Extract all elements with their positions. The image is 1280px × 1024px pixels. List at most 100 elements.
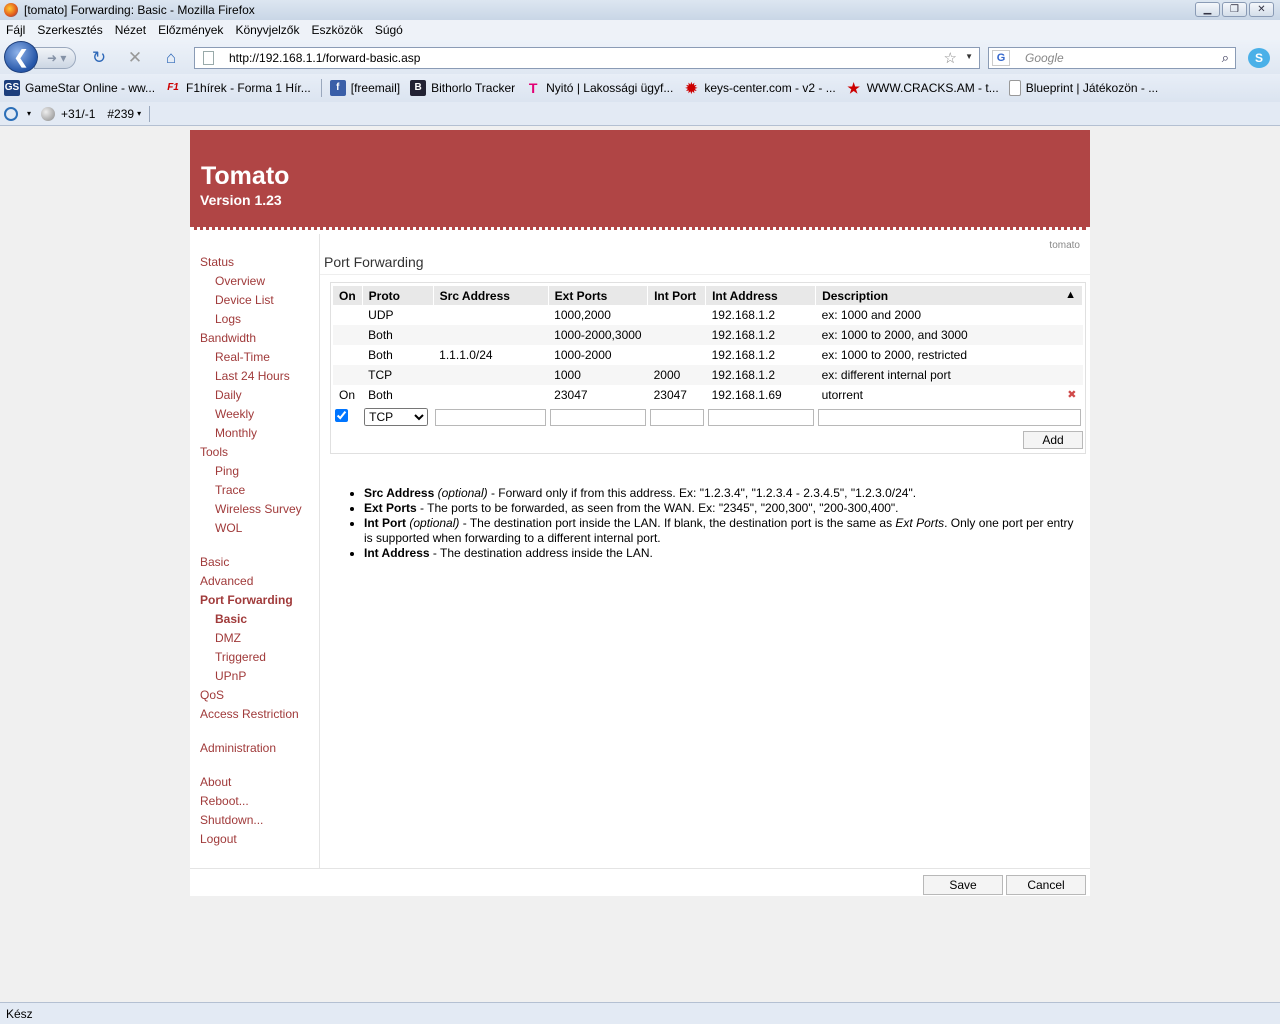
col-header-int-address[interactable]: Int Address [705, 286, 817, 305]
menu-file[interactable]: Fájl [6, 23, 25, 37]
table-row[interactable]: UDP 1000,2000 192.168.1.2 ex: 1000 and 2… [333, 305, 1083, 325]
nav-port-forwarding[interactable]: Port Forwarding [200, 593, 293, 607]
menu-view[interactable]: Nézet [115, 23, 146, 37]
table-row[interactable]: On Both 23047 23047 192.168.1.69 utorren… [333, 385, 1083, 405]
new-int-port-input[interactable] [649, 408, 704, 426]
addon-icon[interactable] [4, 106, 18, 121]
nav-advanced[interactable]: Advanced [200, 574, 253, 588]
col-header-int-port[interactable]: Int Port [647, 286, 707, 305]
url-dropdown-icon[interactable]: ▼ [965, 52, 973, 61]
delete-row-icon[interactable]: ✖ [1067, 388, 1076, 401]
cell-int-address: 192.168.1.2 [705, 305, 816, 325]
nav-wireless-survey[interactable]: Wireless Survey [215, 502, 302, 516]
home-icon[interactable]: ⌂ [160, 48, 182, 68]
page-viewport: Tomato Version 1.23 Status Overview Devi… [0, 127, 1280, 1002]
col-header-description[interactable]: Description ▲ [815, 286, 1083, 305]
new-proto-select[interactable]: TCP UDP Both [364, 408, 429, 426]
nav-ping[interactable]: Ping [215, 464, 239, 478]
col-header-on[interactable]: On [333, 286, 363, 305]
nav-administration[interactable]: Administration [200, 741, 276, 755]
table-row[interactable]: Both 1000-2000,3000 192.168.1.2 ex: 1000… [333, 325, 1083, 345]
back-button[interactable]: ❮ [4, 41, 38, 73]
nav-daily[interactable]: Daily [215, 388, 242, 402]
forward-button[interactable]: ➜ ▾ [34, 47, 76, 69]
cell-on [333, 345, 363, 365]
nav-monthly[interactable]: Monthly [215, 426, 257, 440]
menu-history[interactable]: Előzmények [158, 23, 223, 37]
menu-tools[interactable]: Eszközök [311, 23, 362, 37]
menu-bookmarks[interactable]: Könyvjelzők [235, 23, 299, 37]
col-header-ext-ports[interactable]: Ext Ports [548, 286, 649, 305]
bookmark-cracks[interactable]: ★ WWW.CRACKS.AM - t... [846, 80, 998, 96]
cancel-button[interactable]: Cancel [1006, 875, 1086, 895]
cell-int-port: 23047 [647, 385, 706, 405]
new-ext-ports-input[interactable] [550, 408, 646, 426]
menu-edit[interactable]: Szerkesztés [37, 23, 102, 37]
menu-help[interactable]: Súgó [375, 23, 403, 37]
nav-overview[interactable]: Overview [215, 274, 265, 288]
new-src-address-input[interactable] [435, 408, 547, 426]
nav-dmz[interactable]: DMZ [215, 631, 241, 645]
new-description-input[interactable] [817, 408, 1081, 426]
nav-pf-basic[interactable]: Basic [215, 612, 247, 626]
nav-about[interactable]: About [200, 775, 231, 789]
nav-tools[interactable]: Tools [200, 445, 228, 459]
nav-trace[interactable]: Trace [215, 483, 245, 497]
maximize-button[interactable]: ❐ [1222, 2, 1247, 17]
nav-reboot[interactable]: Reboot... [200, 794, 249, 808]
skype-icon[interactable]: S [1248, 48, 1270, 68]
new-int-address-input[interactable] [707, 408, 814, 426]
bookmark-keys-center[interactable]: ✹ keys-center.com - v2 - ... [683, 80, 835, 96]
nav-basic[interactable]: Basic [200, 555, 229, 569]
window-titlebar: [tomato] Forwarding: Basic - Mozilla Fir… [0, 0, 1280, 20]
add-button[interactable]: Add [1023, 431, 1083, 449]
reload-icon[interactable]: ↻ [88, 48, 110, 68]
addon-count[interactable]: #239 [107, 107, 134, 121]
new-desc-cell [815, 405, 1083, 429]
url-bar[interactable]: http://192.168.1.1/forward-basic.asp ☆ ▼ [194, 47, 980, 69]
nav-status[interactable]: Status [200, 255, 234, 269]
save-button[interactable]: Save [923, 875, 1003, 895]
bookmark-gamestar[interactable]: GS GameStar Online - ww... [4, 80, 155, 96]
close-button[interactable]: ✕ [1249, 2, 1274, 17]
sort-arrow-icon[interactable]: ▲ [1065, 289, 1076, 301]
col-header-proto[interactable]: Proto [362, 286, 434, 305]
bookmark-freemail[interactable]: f [freemail] [329, 80, 400, 96]
chevron-down-icon[interactable]: ▾ [27, 109, 31, 118]
bookmark-bithorlo[interactable]: B Bithorlo Tracker [410, 80, 515, 96]
table-row[interactable]: TCP 1000 2000 192.168.1.2 ex: different … [333, 365, 1083, 385]
cell-int-address: 192.168.1.2 [705, 325, 816, 345]
nav-qos[interactable]: QoS [200, 688, 224, 702]
chevron-down-icon[interactable]: ▾ [137, 109, 141, 118]
bookmark-t-online[interactable]: T Nyitó | Lakossági ügyf... [525, 80, 673, 96]
new-on-checkbox[interactable] [335, 409, 348, 422]
new-entry-row: TCP UDP Both [333, 405, 1083, 429]
search-placeholder: Google [1025, 51, 1064, 65]
stop-icon[interactable]: ✕ [124, 48, 146, 68]
nav-logs[interactable]: Logs [215, 312, 241, 326]
bookmark-star-icon[interactable]: ☆ [944, 49, 957, 67]
nav-wol[interactable]: WOL [215, 521, 242, 535]
nav-weekly[interactable]: Weekly [215, 407, 254, 421]
cell-proto: TCP [362, 365, 434, 385]
nav-access-restriction[interactable]: Access Restriction [200, 707, 299, 721]
nav-shutdown[interactable]: Shutdown... [200, 813, 263, 827]
table-row[interactable]: Both 1.1.1.0/24 1000-2000 192.168.1.2 ex… [333, 345, 1083, 365]
col-header-src-address[interactable]: Src Address [433, 286, 549, 305]
bookmarks-toolbar: GS GameStar Online - ww... F1 F1hírek - … [0, 74, 1280, 102]
search-bar[interactable]: G Google ⌕ [988, 47, 1236, 69]
search-icon[interactable]: ⌕ [1222, 50, 1229, 66]
nav-real-time[interactable]: Real-Time [215, 350, 270, 364]
minimize-button[interactable]: ▁ [1195, 2, 1220, 17]
google-engine-icon[interactable]: G [992, 50, 1010, 66]
nav-triggered[interactable]: Triggered [215, 650, 266, 664]
nav-last-24-hours[interactable]: Last 24 Hours [215, 369, 290, 383]
bookmark-blueprint[interactable]: Blueprint | Játékozön - ... [1008, 80, 1158, 96]
note-text: - The destination port inside the LAN. I… [459, 516, 896, 530]
nav-device-list[interactable]: Device List [215, 293, 274, 307]
nav-upnp[interactable]: UPnP [215, 669, 246, 683]
nav-bandwidth[interactable]: Bandwidth [200, 331, 256, 345]
nav-logout[interactable]: Logout [200, 832, 237, 846]
bookmark-f1hirek[interactable]: F1 F1hírek - Forma 1 Hír... [165, 80, 311, 96]
note-int-port: Int Port (optional) - The destination po… [364, 516, 1082, 546]
